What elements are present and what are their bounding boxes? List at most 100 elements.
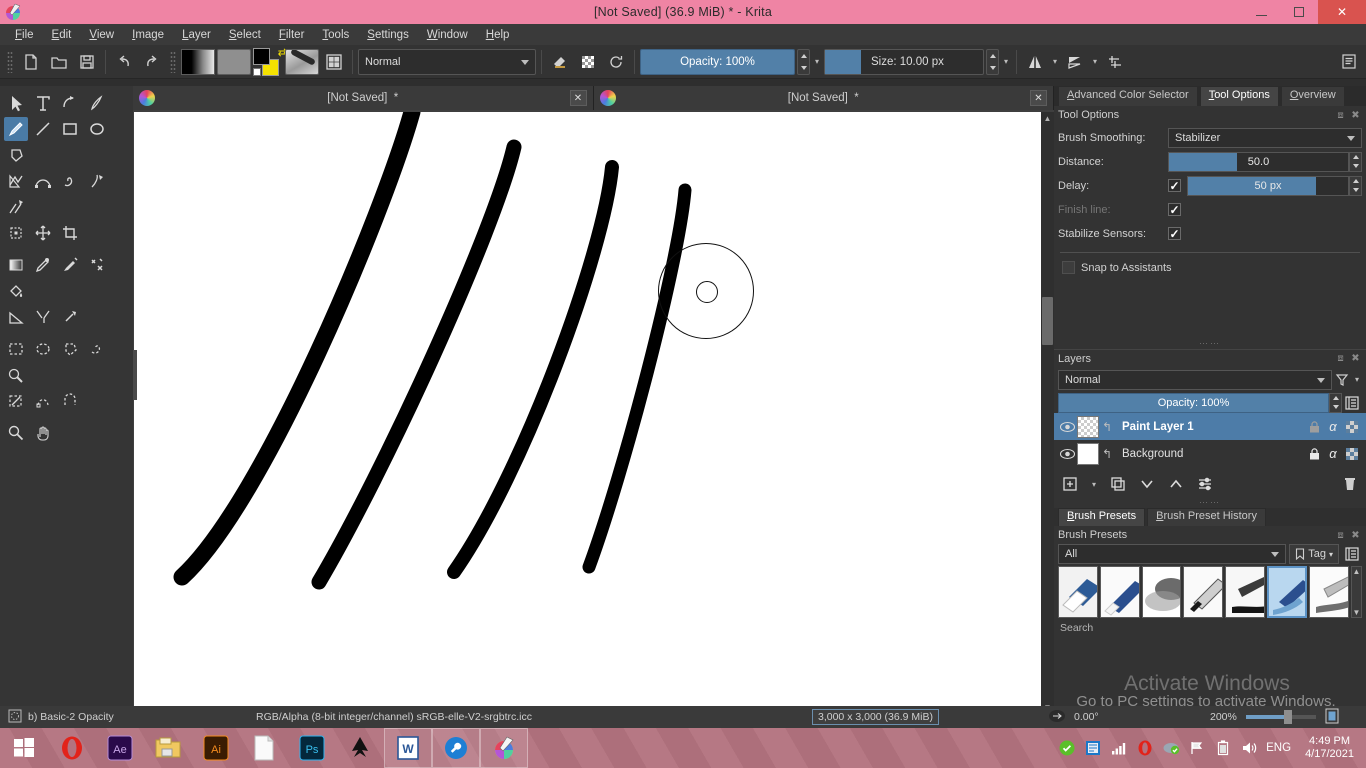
layer-properties-icon[interactable] [1342,393,1362,413]
battery-icon[interactable] [1214,739,1232,757]
dock-splitter-handle[interactable]: ⋯⋯ [1054,338,1366,349]
opacity-stepper[interactable] [797,49,810,75]
duplicate-layer-button[interactable] [1108,474,1128,494]
mirror-h-caret-icon[interactable]: ▾ [1050,57,1060,66]
tool-line[interactable] [31,117,55,141]
layer-name[interactable]: Background [1116,448,1307,460]
brush-smoothing-select[interactable]: Stabilizer [1168,128,1362,148]
brush-preset-tag-select[interactable]: All [1058,544,1286,564]
document-tab-1[interactable]: [Not Saved] *✕ [133,86,594,110]
layer-alpha-icon[interactable]: α [1326,420,1340,434]
antivirus-icon[interactable] [1162,739,1180,757]
scroll-up-arrow-icon[interactable]: ▲ [1041,112,1054,125]
file-explorer-icon[interactable] [144,728,192,768]
tool-pan[interactable] [31,421,55,445]
vertical-scroll-thumb[interactable] [1042,297,1053,345]
document-tab-2[interactable]: [Not Saved] *✕ [594,86,1055,110]
tool-bezier-selection[interactable] [31,389,55,413]
brush-preset-basic-2-opacity[interactable] [1267,566,1307,618]
menu-item-help[interactable]: Help [477,27,519,43]
tool-colorize-mask[interactable] [58,253,82,277]
close-panel-icon[interactable]: ✖ [1349,109,1362,122]
shield-ok-icon[interactable] [1058,739,1076,757]
tag-button[interactable]: Tag ▾ [1289,544,1339,564]
document-icon[interactable] [240,728,288,768]
maximize-button[interactable] [1280,0,1318,24]
menu-item-view[interactable]: View [80,27,123,43]
close-panel-icon[interactable]: ✖ [1349,529,1362,542]
reset-colors-icon[interactable] [253,68,261,76]
scroll-up-arrow-icon[interactable]: ▲ [1353,567,1361,576]
tool-freehand-selection[interactable] [85,337,109,361]
onedrive-icon[interactable] [1084,739,1102,757]
flag-icon[interactable] [1188,739,1206,757]
dock-tab-advanced-color-selector[interactable]: Advanced Color Selector [1058,86,1198,106]
brush-size-stepper[interactable] [986,49,999,75]
tool-gradient[interactable] [4,253,28,277]
after-effects-icon[interactable]: Ae [96,728,144,768]
canvas-area[interactable]: ▲ ▼ ◀ ▶ [133,110,1054,728]
zoom-slider-handle[interactable] [1284,710,1292,724]
save-document-button[interactable] [74,49,100,75]
inkscape-icon[interactable] [336,728,384,768]
tool-transform[interactable] [4,221,28,245]
tool-smart-patch[interactable] [85,253,109,277]
layer-inherit-alpha-icon[interactable] [1345,447,1359,461]
brush-preset-pencil-soft[interactable] [1309,566,1349,618]
tool-bezier-curve[interactable] [31,169,55,193]
delete-layer-button[interactable] [1340,474,1360,494]
tool-similar-color-selection[interactable] [4,389,28,413]
layer-style-icon[interactable]: ↰ [1102,447,1116,461]
layer-visibility-icon[interactable] [1057,448,1077,460]
menu-item-filter[interactable]: Filter [270,27,314,43]
layer-inherit-alpha-icon[interactable] [1345,420,1359,434]
wrap-around-button[interactable] [1102,49,1128,75]
brush-preset-tab-brush-presets[interactable]: Brush Presets [1058,508,1145,526]
tool-measure[interactable] [4,305,28,329]
stabilize-sensors-checkbox[interactable]: ✓ [1168,227,1181,240]
toolbar-grip[interactable] [7,51,13,73]
canvas-vertical-scrollbar[interactable]: ▲ ▼ [1041,112,1054,714]
document-tab-close-button[interactable]: ✕ [1030,90,1047,106]
tool-rectangular-selection[interactable] [4,337,28,361]
undo-button[interactable] [111,49,137,75]
brush-preset-eraser-soft[interactable] [1058,566,1098,618]
tool-text[interactable] [31,91,55,115]
foreground-background-color[interactable]: ⇄ [253,48,283,76]
layer-style-icon[interactable]: ↰ [1102,420,1116,434]
canvas-left-grip[interactable] [133,350,137,400]
layer-lock-icon[interactable] [1307,447,1321,461]
redo-button[interactable] [139,49,165,75]
dock-tab-overview[interactable]: Overview [1281,86,1345,106]
rotation-icon[interactable] [1048,709,1066,726]
menu-item-file[interactable]: File [6,27,43,43]
tool-fill[interactable] [4,279,28,303]
close-button[interactable]: ✕ [1318,0,1366,24]
brush-preset-tab-brush-preset-history[interactable]: Brush Preset History [1147,508,1266,526]
brush-preset-scrollbar[interactable]: ▲▼ [1351,566,1362,618]
filter-icon[interactable] [1332,370,1352,390]
delay-slider[interactable]: 50 px [1187,176,1349,196]
eraser-mode-button[interactable] [547,49,573,75]
brush-presets-splitter-handle[interactable]: ⋯⋯ [1054,497,1366,508]
menu-item-tools[interactable]: Tools [313,27,358,43]
tool-freehand-path[interactable] [58,169,82,193]
minimize-button[interactable] [1242,0,1280,24]
mirror-vertical-button[interactable] [1062,49,1088,75]
toolbar-grip-2[interactable] [170,51,176,73]
tool-contiguous-selection[interactable] [4,363,28,387]
tool-polygon[interactable] [4,143,28,167]
canvas-surface[interactable] [134,112,1041,714]
new-document-button[interactable] [18,49,44,75]
start-button[interactable] [0,728,48,768]
brush-editor-button[interactable] [321,49,347,75]
close-panel-icon[interactable]: ✖ [1349,352,1362,365]
opacity-slider[interactable]: Opacity: 100% [640,49,795,75]
layer-settings-button[interactable] [1195,474,1215,494]
tool-color-sampler[interactable] [31,253,55,277]
volume-icon[interactable] [1240,739,1258,757]
brush-preset-ink-gpen[interactable] [1225,566,1265,618]
distance-slider[interactable]: 50.0 [1168,152,1349,172]
layer-blending-mode-select[interactable]: Normal [1058,370,1332,390]
tool-calligraphy[interactable] [85,91,109,115]
